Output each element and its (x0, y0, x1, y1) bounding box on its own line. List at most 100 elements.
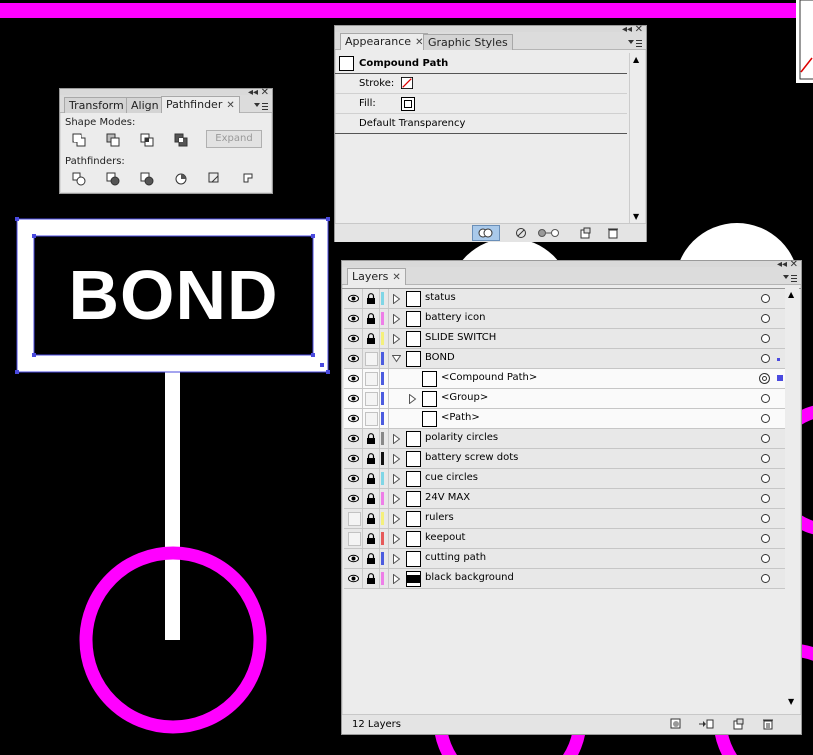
visibility-eye-icon[interactable] (348, 553, 359, 564)
lock-icon[interactable] (366, 453, 376, 464)
visibility-toggle-empty[interactable] (348, 512, 361, 526)
layer-name[interactable]: keepout (425, 532, 465, 543)
visibility-eye-icon[interactable] (348, 493, 359, 504)
create-new-layer-icon[interactable] (732, 718, 744, 730)
layer-row[interactable]: BOND (344, 349, 796, 369)
visibility-eye-icon[interactable] (348, 393, 359, 404)
expand-triangle-icon[interactable] (392, 314, 401, 324)
tab-appearance[interactable]: Appearance ✕ (340, 33, 429, 50)
tab-align[interactable]: Align (126, 97, 164, 113)
layer-row[interactable]: 24V MAX (344, 489, 796, 509)
crop-icon[interactable] (174, 172, 188, 186)
appearance-scrollbar[interactable]: ▲ ▼ (629, 53, 644, 223)
layer-name[interactable]: black background (425, 572, 514, 583)
target-circle-icon[interactable] (761, 434, 770, 443)
lock-toggle-empty[interactable] (365, 372, 378, 386)
layer-row[interactable]: polarity circles (344, 429, 796, 449)
panel-menu-icon[interactable] (783, 273, 797, 283)
layer-row[interactable]: <Path> (344, 409, 796, 429)
target-circle-icon[interactable] (761, 554, 770, 563)
visibility-eye-icon[interactable] (348, 333, 359, 344)
expand-button[interactable]: Expand (206, 130, 262, 148)
expand-triangle-icon[interactable] (392, 574, 401, 584)
target-circle-icon[interactable] (759, 373, 770, 384)
close-tab-icon[interactable]: ✕ (226, 100, 234, 111)
target-circle-icon[interactable] (761, 494, 770, 503)
expand-triangle-icon[interactable] (392, 334, 401, 344)
reduce-basic-appearance-icon[interactable] (537, 227, 561, 239)
expand-triangle-icon[interactable] (392, 474, 401, 484)
tab-layers[interactable]: Layers ✕ (347, 268, 406, 285)
tab-graphic-styles[interactable]: Graphic Styles (423, 34, 513, 50)
minus-back-icon[interactable] (242, 172, 256, 186)
layer-name[interactable]: SLIDE SWITCH (425, 332, 496, 343)
transparency-row[interactable]: Default Transparency (335, 114, 627, 134)
scroll-down-icon[interactable]: ▼ (633, 212, 639, 221)
target-circle-icon[interactable] (761, 474, 770, 483)
layer-row[interactable]: <Group> (344, 389, 796, 409)
visibility-toggle-empty[interactable] (348, 532, 361, 546)
target-circle-icon[interactable] (761, 574, 770, 583)
selection-handle[interactable] (15, 370, 19, 374)
stroke-row[interactable]: Stroke: (335, 74, 627, 94)
lock-icon[interactable] (366, 433, 376, 444)
collapse-triangle-icon[interactable] (392, 354, 401, 364)
new-art-basic-appearance-icon[interactable] (472, 225, 500, 241)
visibility-eye-icon[interactable] (348, 353, 359, 364)
expand-triangle-icon[interactable] (392, 454, 401, 464)
layer-row[interactable]: SLIDE SWITCH (344, 329, 796, 349)
duplicate-item-icon[interactable] (579, 227, 591, 239)
target-circle-icon[interactable] (761, 354, 770, 363)
trash-icon[interactable] (762, 718, 774, 730)
layer-row[interactable]: rulers (344, 509, 796, 529)
layer-name[interactable]: <Group> (441, 392, 488, 403)
layers-scrollbar[interactable]: ▲ ▼ (785, 288, 799, 708)
lock-icon[interactable] (366, 513, 376, 524)
layer-row[interactable]: keepout (344, 529, 796, 549)
unite-icon[interactable] (72, 133, 86, 147)
visibility-eye-icon[interactable] (348, 413, 359, 424)
layer-name[interactable]: status (425, 292, 456, 303)
lock-icon[interactable] (366, 553, 376, 564)
expand-triangle-icon[interactable] (392, 514, 401, 524)
expand-triangle-icon[interactable] (392, 294, 401, 304)
stroke-swatch[interactable] (401, 77, 413, 89)
close-tab-icon[interactable]: ✕ (392, 272, 400, 283)
merge-icon[interactable] (140, 172, 154, 186)
lock-icon[interactable] (366, 493, 376, 504)
target-circle-icon[interactable] (761, 394, 770, 403)
selection-handle[interactable] (32, 353, 36, 357)
layer-row[interactable]: status (344, 289, 796, 309)
intersect-icon[interactable] (140, 133, 154, 147)
visibility-eye-icon[interactable] (348, 433, 359, 444)
selection-handle[interactable] (326, 217, 330, 221)
layer-row[interactable]: cue circles (344, 469, 796, 489)
target-circle-icon[interactable] (761, 294, 770, 303)
tab-pathfinder[interactable]: Pathfinder ✕ (161, 96, 240, 113)
target-circle-icon[interactable] (761, 534, 770, 543)
selection-indicator[interactable] (777, 375, 783, 381)
scroll-up-icon[interactable]: ▲ (788, 290, 794, 299)
delete-item-icon[interactable] (607, 227, 619, 239)
lock-toggle-empty[interactable] (365, 392, 378, 406)
layer-row[interactable]: black background (344, 569, 796, 589)
visibility-eye-icon[interactable] (348, 473, 359, 484)
outline-icon[interactable] (208, 172, 222, 186)
layer-name[interactable]: <Path> (441, 412, 480, 423)
visibility-eye-icon[interactable] (348, 373, 359, 384)
layer-name[interactable]: 24V MAX (425, 492, 470, 503)
lock-icon[interactable] (366, 533, 376, 544)
clear-appearance-icon[interactable] (515, 227, 527, 239)
layer-name[interactable]: cutting path (425, 552, 486, 563)
create-sublayer-icon[interactable] (698, 718, 714, 730)
layer-name[interactable]: cue circles (425, 472, 478, 483)
trim-icon[interactable] (106, 172, 120, 186)
visibility-eye-icon[interactable] (348, 293, 359, 304)
layer-name[interactable]: <Compound Path> (441, 372, 537, 383)
layer-name[interactable]: rulers (425, 512, 454, 523)
lock-toggle-empty[interactable] (365, 352, 378, 366)
make-clipping-mask-icon[interactable] (670, 718, 682, 730)
target-circle-icon[interactable] (761, 414, 770, 423)
visibility-eye-icon[interactable] (348, 453, 359, 464)
expand-triangle-icon[interactable] (392, 534, 401, 544)
